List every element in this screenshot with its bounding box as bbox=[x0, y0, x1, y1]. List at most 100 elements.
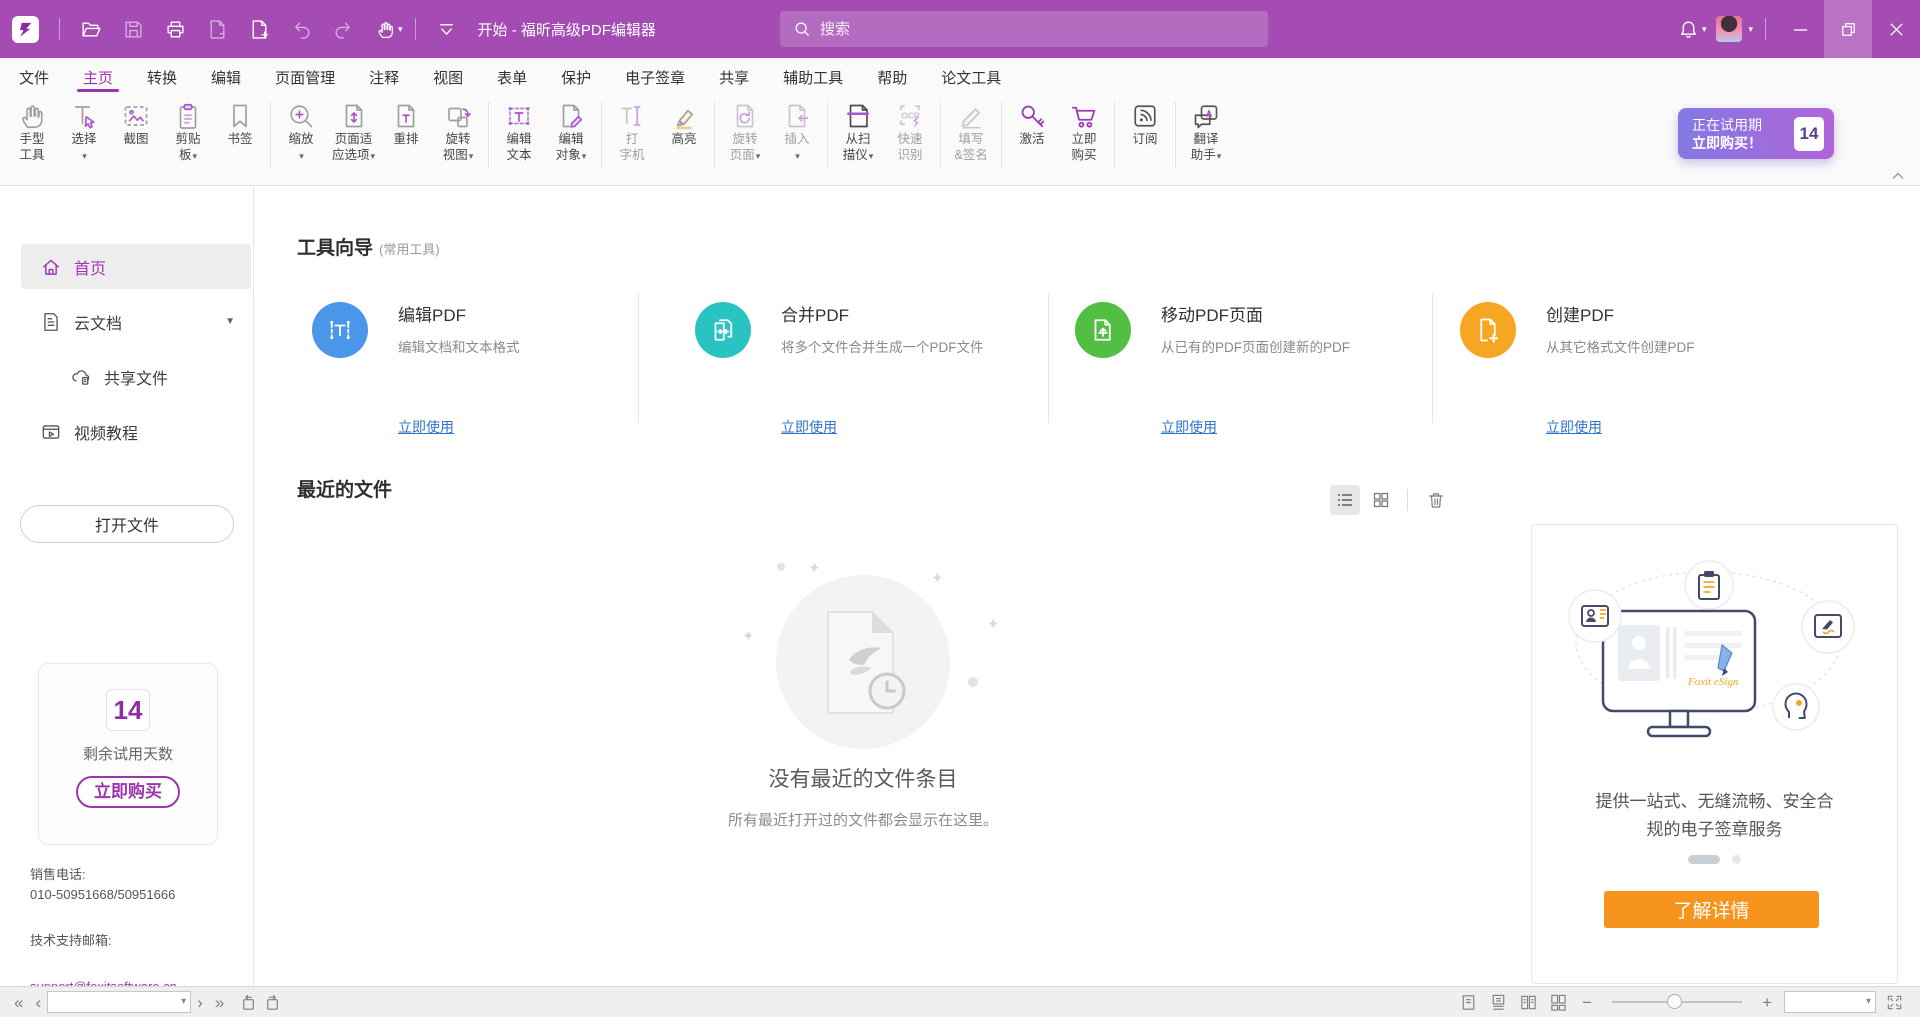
ribbon-insert-pages[interactable]: 插入 bbox=[771, 96, 823, 164]
grid-view-button[interactable] bbox=[1366, 485, 1396, 515]
menu-share[interactable]: 共享 bbox=[702, 58, 766, 96]
rotate-right-button[interactable] bbox=[260, 990, 284, 1014]
tool-desc: 从已有的PDF页面创建新的PDF bbox=[1161, 336, 1350, 356]
sidebar-item-shared-files[interactable]: 共享文件 bbox=[21, 354, 251, 399]
search-input[interactable] bbox=[780, 11, 1268, 47]
search-box[interactable] bbox=[780, 11, 1268, 47]
shared-cloud-icon bbox=[70, 366, 92, 388]
next-page-button[interactable]: › bbox=[191, 994, 209, 1011]
ribbon-edit-text[interactable]: 编辑 文本 bbox=[493, 96, 545, 163]
buy-now-button[interactable]: 立即购买 bbox=[76, 776, 180, 808]
ribbon-fill-sign[interactable]: 填写 &签名 bbox=[945, 96, 997, 163]
dropdown-caret bbox=[298, 147, 304, 164]
open-file-button[interactable]: 打开文件 bbox=[20, 505, 234, 543]
restore-button[interactable] bbox=[1824, 0, 1872, 58]
minimize-button[interactable] bbox=[1776, 0, 1824, 58]
facing-continuous-view-button[interactable] bbox=[1546, 990, 1570, 1014]
page-number-combobox[interactable]: ▾ bbox=[47, 991, 191, 1013]
dropdown-caret[interactable]: ▾ bbox=[398, 24, 403, 35]
sidebar-item-label: 云文档 bbox=[74, 310, 122, 334]
chevron-down-icon[interactable]: ▾ bbox=[1866, 996, 1871, 1007]
save-icon-button[interactable] bbox=[112, 0, 154, 58]
user-avatar[interactable] bbox=[1716, 16, 1742, 42]
ribbon-hand-tool[interactable]: 手型 工具 bbox=[6, 96, 58, 163]
use-now-link[interactable]: 立即使用 bbox=[398, 417, 454, 437]
close-button[interactable] bbox=[1872, 0, 1920, 58]
collapse-toolbar-button[interactable] bbox=[426, 0, 468, 58]
list-view-button[interactable] bbox=[1330, 485, 1360, 515]
use-now-link[interactable]: 立即使用 bbox=[1161, 417, 1217, 437]
dropdown-caret[interactable]: ▾ bbox=[1748, 24, 1753, 35]
sidebar-item-cloud-docs[interactable]: 云文档 ▼ bbox=[21, 299, 251, 344]
redo-button[interactable] bbox=[322, 0, 364, 58]
sidebar-item-home[interactable]: 首页 bbox=[21, 244, 251, 289]
menu-paper-tools[interactable]: 论文工具 bbox=[924, 58, 1018, 96]
menu-file[interactable]: 文件 bbox=[2, 58, 66, 96]
fullscreen-button[interactable] bbox=[1882, 990, 1906, 1014]
ribbon-reflow[interactable]: 重排 bbox=[380, 96, 432, 147]
last-page-button[interactable]: » bbox=[209, 994, 230, 1011]
ribbon-edit-object[interactable]: 编辑 对象 bbox=[545, 96, 597, 164]
previous-page-button[interactable]: ‹ bbox=[29, 994, 47, 1011]
zoom-slider[interactable] bbox=[1612, 994, 1742, 1010]
trial-badge[interactable]: 正在试用期 立即购买！ 14 bbox=[1678, 108, 1834, 159]
ribbon-rotate-view[interactable]: 旋转 视图 bbox=[432, 96, 484, 164]
ribbon-activate[interactable]: 激活 bbox=[1006, 96, 1058, 147]
menu-protect[interactable]: 保护 bbox=[544, 58, 608, 96]
menu-view[interactable]: 视图 bbox=[416, 58, 480, 96]
print-icon-button[interactable] bbox=[154, 0, 196, 58]
translate-icon bbox=[1191, 101, 1221, 131]
rotate-left-button[interactable] bbox=[236, 990, 260, 1014]
undo-button[interactable] bbox=[280, 0, 322, 58]
edit-object-icon bbox=[556, 101, 586, 131]
page-number-input[interactable] bbox=[48, 992, 190, 1012]
menu-help[interactable]: 帮助 bbox=[860, 58, 924, 96]
ribbon-typewriter[interactable]: 打 字机 bbox=[606, 96, 658, 163]
ribbon-subscribe[interactable]: 订阅 bbox=[1119, 96, 1171, 147]
ribbon-snapshot[interactable]: 截图 bbox=[110, 96, 162, 147]
menu-convert[interactable]: 转换 bbox=[130, 58, 194, 96]
ribbon-highlight[interactable]: 高亮 bbox=[658, 96, 710, 147]
sidebar-item-video-tutorial[interactable]: 视频教程 bbox=[21, 409, 251, 454]
continuous-view-button[interactable] bbox=[1486, 990, 1510, 1014]
scroll-up-icon[interactable] bbox=[1890, 170, 1906, 182]
first-page-button[interactable]: « bbox=[8, 994, 29, 1011]
learn-more-button[interactable]: 了解详情 bbox=[1604, 891, 1819, 928]
zoom-in-button[interactable]: + bbox=[1756, 994, 1778, 1011]
single-page-view-button[interactable] bbox=[1456, 990, 1480, 1014]
menu-home[interactable]: 主页 bbox=[66, 58, 130, 96]
carousel-dot-active bbox=[1688, 855, 1720, 864]
chevron-down-icon[interactable]: ▾ bbox=[181, 996, 186, 1007]
menu-page-organize[interactable]: 页面管理 bbox=[258, 58, 352, 96]
menu-form[interactable]: 表单 bbox=[480, 58, 544, 96]
ribbon-page-fit-options[interactable]: 页面适 应选项 bbox=[327, 96, 380, 164]
zoom-out-button[interactable]: − bbox=[1576, 994, 1598, 1011]
ribbon-select[interactable]: 选择 bbox=[58, 96, 110, 164]
ribbon-rotate-pages[interactable]: 旋转 页面 bbox=[719, 96, 771, 164]
dropdown-caret[interactable]: ▾ bbox=[1702, 24, 1707, 35]
open-file-icon-button[interactable] bbox=[70, 0, 112, 58]
menu-accessibility[interactable]: 辅助工具 bbox=[766, 58, 860, 96]
app-window: ▾ 开始 - 福昕高级PDF编辑器 ▾ ▾ bbox=[0, 0, 1920, 1017]
dropdown-caret: 助手 bbox=[1191, 147, 1222, 164]
zoom-level-input[interactable] bbox=[1785, 992, 1875, 1012]
zoom-level-combobox[interactable]: ▾ bbox=[1784, 991, 1876, 1013]
clear-recent-button[interactable] bbox=[1421, 485, 1451, 515]
use-now-link[interactable]: 立即使用 bbox=[1546, 417, 1602, 437]
ribbon-clipboard[interactable]: 剪贴 板 bbox=[162, 96, 214, 164]
remove-page-icon-button[interactable] bbox=[196, 0, 238, 58]
menu-comment[interactable]: 注释 bbox=[352, 58, 416, 96]
ribbon-buy-now[interactable]: 立即 购买 bbox=[1058, 96, 1110, 163]
ribbon-bookmark[interactable]: 书签 bbox=[214, 96, 266, 147]
ribbon-zoom[interactable]: 缩放 bbox=[275, 96, 327, 164]
ribbon-translate-assistant[interactable]: 翻译 助手 bbox=[1180, 96, 1232, 164]
menu-edit[interactable]: 编辑 bbox=[194, 58, 258, 96]
facing-view-button[interactable] bbox=[1516, 990, 1540, 1014]
use-now-link[interactable]: 立即使用 bbox=[781, 417, 837, 437]
ribbon-from-scanner[interactable]: 从扫 描仪 bbox=[832, 96, 884, 164]
menu-esign[interactable]: 电子签章 bbox=[608, 58, 702, 96]
zoom-slider-thumb[interactable] bbox=[1667, 994, 1682, 1009]
ribbon-quick-ocr[interactable]: OCR 快速 识别 bbox=[884, 96, 936, 163]
chevron-down-icon[interactable]: ▼ bbox=[225, 316, 235, 327]
add-page-icon-button[interactable] bbox=[238, 0, 280, 58]
